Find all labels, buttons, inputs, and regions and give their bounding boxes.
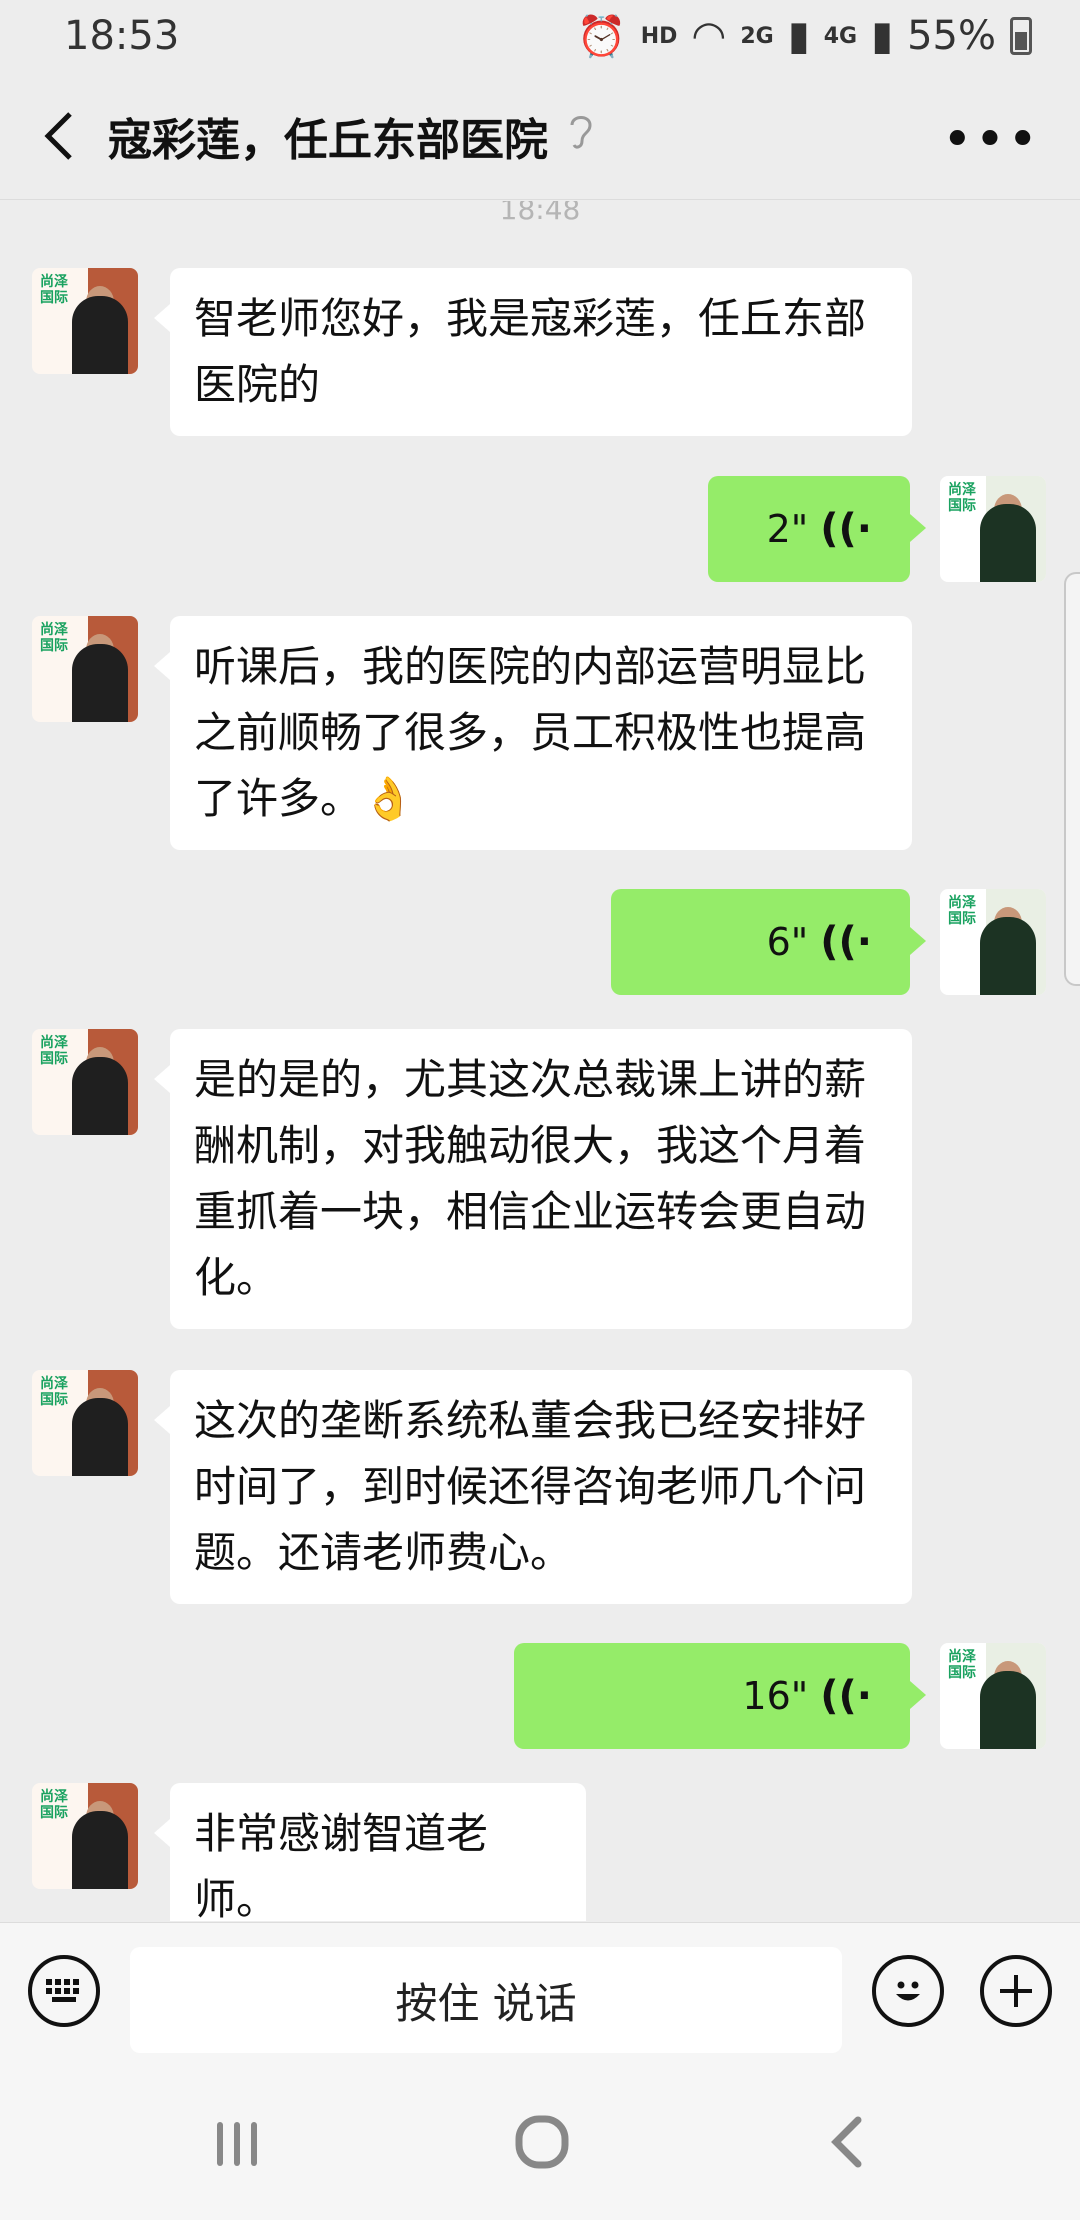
ear-icon xyxy=(566,111,596,160)
message-line: 智老师您好，我是寇彩莲，任丘东部 xyxy=(194,294,867,343)
message-line: 重抓着一块，相信企业运转会更自动 xyxy=(194,1187,867,1236)
chat-header: 寇彩莲，任丘东部医院 ••• xyxy=(0,72,1080,200)
recent-apps-icon xyxy=(217,2122,257,2166)
avatar-logo: 尚泽国际 xyxy=(948,895,976,927)
voice-wave-icon: ((· xyxy=(820,506,872,552)
message-bubble[interactable]: 智老师您好，我是寇彩莲，任丘东部 医院的 xyxy=(154,268,912,436)
status-time: 18:53 xyxy=(64,13,180,59)
alarm-icon: ⏰ xyxy=(576,13,627,60)
status-bar: 18:53 ⏰ HD ◠ 2G ▮ 4G ▮ 55% xyxy=(0,0,1080,72)
smiley-icon xyxy=(896,1981,920,2001)
chevron-left-icon xyxy=(44,111,72,160)
emoji-button[interactable] xyxy=(872,1955,944,2027)
message-line: 了许多。👌 xyxy=(194,774,415,823)
more-functions-button[interactable] xyxy=(980,1955,1052,2027)
message-line: 非常感谢智道老师。 xyxy=(194,1809,489,1921)
message-line: 这次的垄断系统私董会我已经安排好 xyxy=(194,1396,867,1445)
more-button[interactable]: ••• xyxy=(942,110,1040,170)
signal-icon: ▮ xyxy=(787,13,810,59)
timestamp: 18:48 xyxy=(499,201,581,226)
system-back-button[interactable] xyxy=(826,2114,866,2185)
voice-message[interactable]: 2" ((· xyxy=(708,476,926,582)
avatar-self[interactable]: 尚泽国际 xyxy=(940,476,1046,582)
voice-message[interactable]: 6" ((· xyxy=(611,889,926,995)
voice-duration: 16" xyxy=(742,1674,809,1718)
message-bubble[interactable]: 是的是的，尤其这次总裁课上讲的薪 酬机制，对我触动很大，我这个月着 重抓着一块，… xyxy=(154,1029,912,1329)
avatar-logo: 尚泽国际 xyxy=(40,274,68,306)
network-2g: 2G xyxy=(740,23,774,49)
avatar-self[interactable]: 尚泽国际 xyxy=(940,1643,1046,1749)
home-circle-icon xyxy=(515,2115,569,2169)
message-line: 题。还请老师费心。 xyxy=(194,1528,573,1577)
avatar-contact[interactable]: 尚泽国际 xyxy=(32,1029,138,1135)
avatar-contact[interactable]: 尚泽国际 xyxy=(32,1370,138,1476)
keyboard-icon xyxy=(46,1979,79,2002)
avatar-logo: 尚泽国际 xyxy=(948,1649,976,1681)
avatar-logo: 尚泽国际 xyxy=(40,1789,68,1821)
input-bar: 按住 说话 xyxy=(0,1922,1080,2057)
avatar-contact[interactable]: 尚泽国际 xyxy=(32,616,138,722)
message-bubble[interactable]: 非常感谢智道老师。 xyxy=(154,1783,586,1921)
message-line: 是的是的，尤其这次总裁课上讲的薪 xyxy=(194,1055,867,1104)
scroll-handle[interactable] xyxy=(1064,572,1080,986)
battery-percent: 55% xyxy=(907,13,996,59)
home-button[interactable] xyxy=(514,2114,570,2185)
signal-icon-2: ▮ xyxy=(871,13,894,59)
system-nav-bar xyxy=(0,2056,1080,2220)
back-button[interactable] xyxy=(30,106,90,166)
recent-apps-button[interactable] xyxy=(212,2114,262,2184)
chat-title: 寇彩莲，任丘东部医院 xyxy=(108,114,548,166)
message-line: 时间了，到时候还得咨询老师几个问 xyxy=(194,1462,867,1511)
message-bubble[interactable]: 听课后，我的医院的内部运营明显比 之前顺畅了很多，员工积极性也提高 了许多。👌 xyxy=(154,616,912,850)
status-indicators: ⏰ HD ◠ 2G ▮ 4G ▮ 55% xyxy=(577,13,1032,60)
message-line: 之前顺畅了很多，员工积极性也提高 xyxy=(194,708,867,757)
avatar-logo: 尚泽国际 xyxy=(40,622,68,654)
hold-to-talk-button[interactable]: 按住 说话 xyxy=(130,1947,842,2053)
battery-icon xyxy=(1010,17,1032,55)
message-line: 医院的 xyxy=(194,360,321,409)
avatar-contact[interactable]: 尚泽国际 xyxy=(32,268,138,374)
voice-wave-icon: ((· xyxy=(820,919,872,965)
avatar-contact[interactable]: 尚泽国际 xyxy=(32,1783,138,1889)
network-4g: 4G xyxy=(823,23,858,49)
more-dots-icon: ••• xyxy=(941,110,1040,170)
avatar-logo: 尚泽国际 xyxy=(40,1376,68,1408)
voice-wave-icon: ((· xyxy=(820,1673,872,1719)
message-line: 酬机制，对我触动很大，我这个月着 xyxy=(194,1121,867,1170)
voice-duration: 6" xyxy=(766,920,809,964)
plus-icon xyxy=(1000,1975,1032,2007)
avatar-logo: 尚泽国际 xyxy=(40,1035,68,1067)
message-line: 化。 xyxy=(194,1253,279,1302)
keyboard-toggle-button[interactable] xyxy=(28,1955,100,2027)
message-bubble[interactable]: 这次的垄断系统私董会我已经安排好 时间了，到时候还得咨询老师几个问 题。还请老师… xyxy=(154,1370,912,1604)
avatar-self[interactable]: 尚泽国际 xyxy=(940,889,1046,995)
avatar-logo: 尚泽国际 xyxy=(948,482,976,514)
back-chevron-icon xyxy=(831,2116,862,2168)
message-line: 听课后，我的医院的内部运营明显比 xyxy=(194,642,867,691)
wifi-icon: ◠ xyxy=(691,13,727,59)
voice-duration: 2" xyxy=(766,507,809,551)
chat-messages[interactable]: 18:48 尚泽国际 智老师您好，我是寇彩莲，任丘东部 医院的 尚泽国际 2" … xyxy=(0,201,1080,1921)
voice-message[interactable]: 16" ((· xyxy=(514,1643,926,1749)
hd-indicator: HD xyxy=(640,23,678,49)
